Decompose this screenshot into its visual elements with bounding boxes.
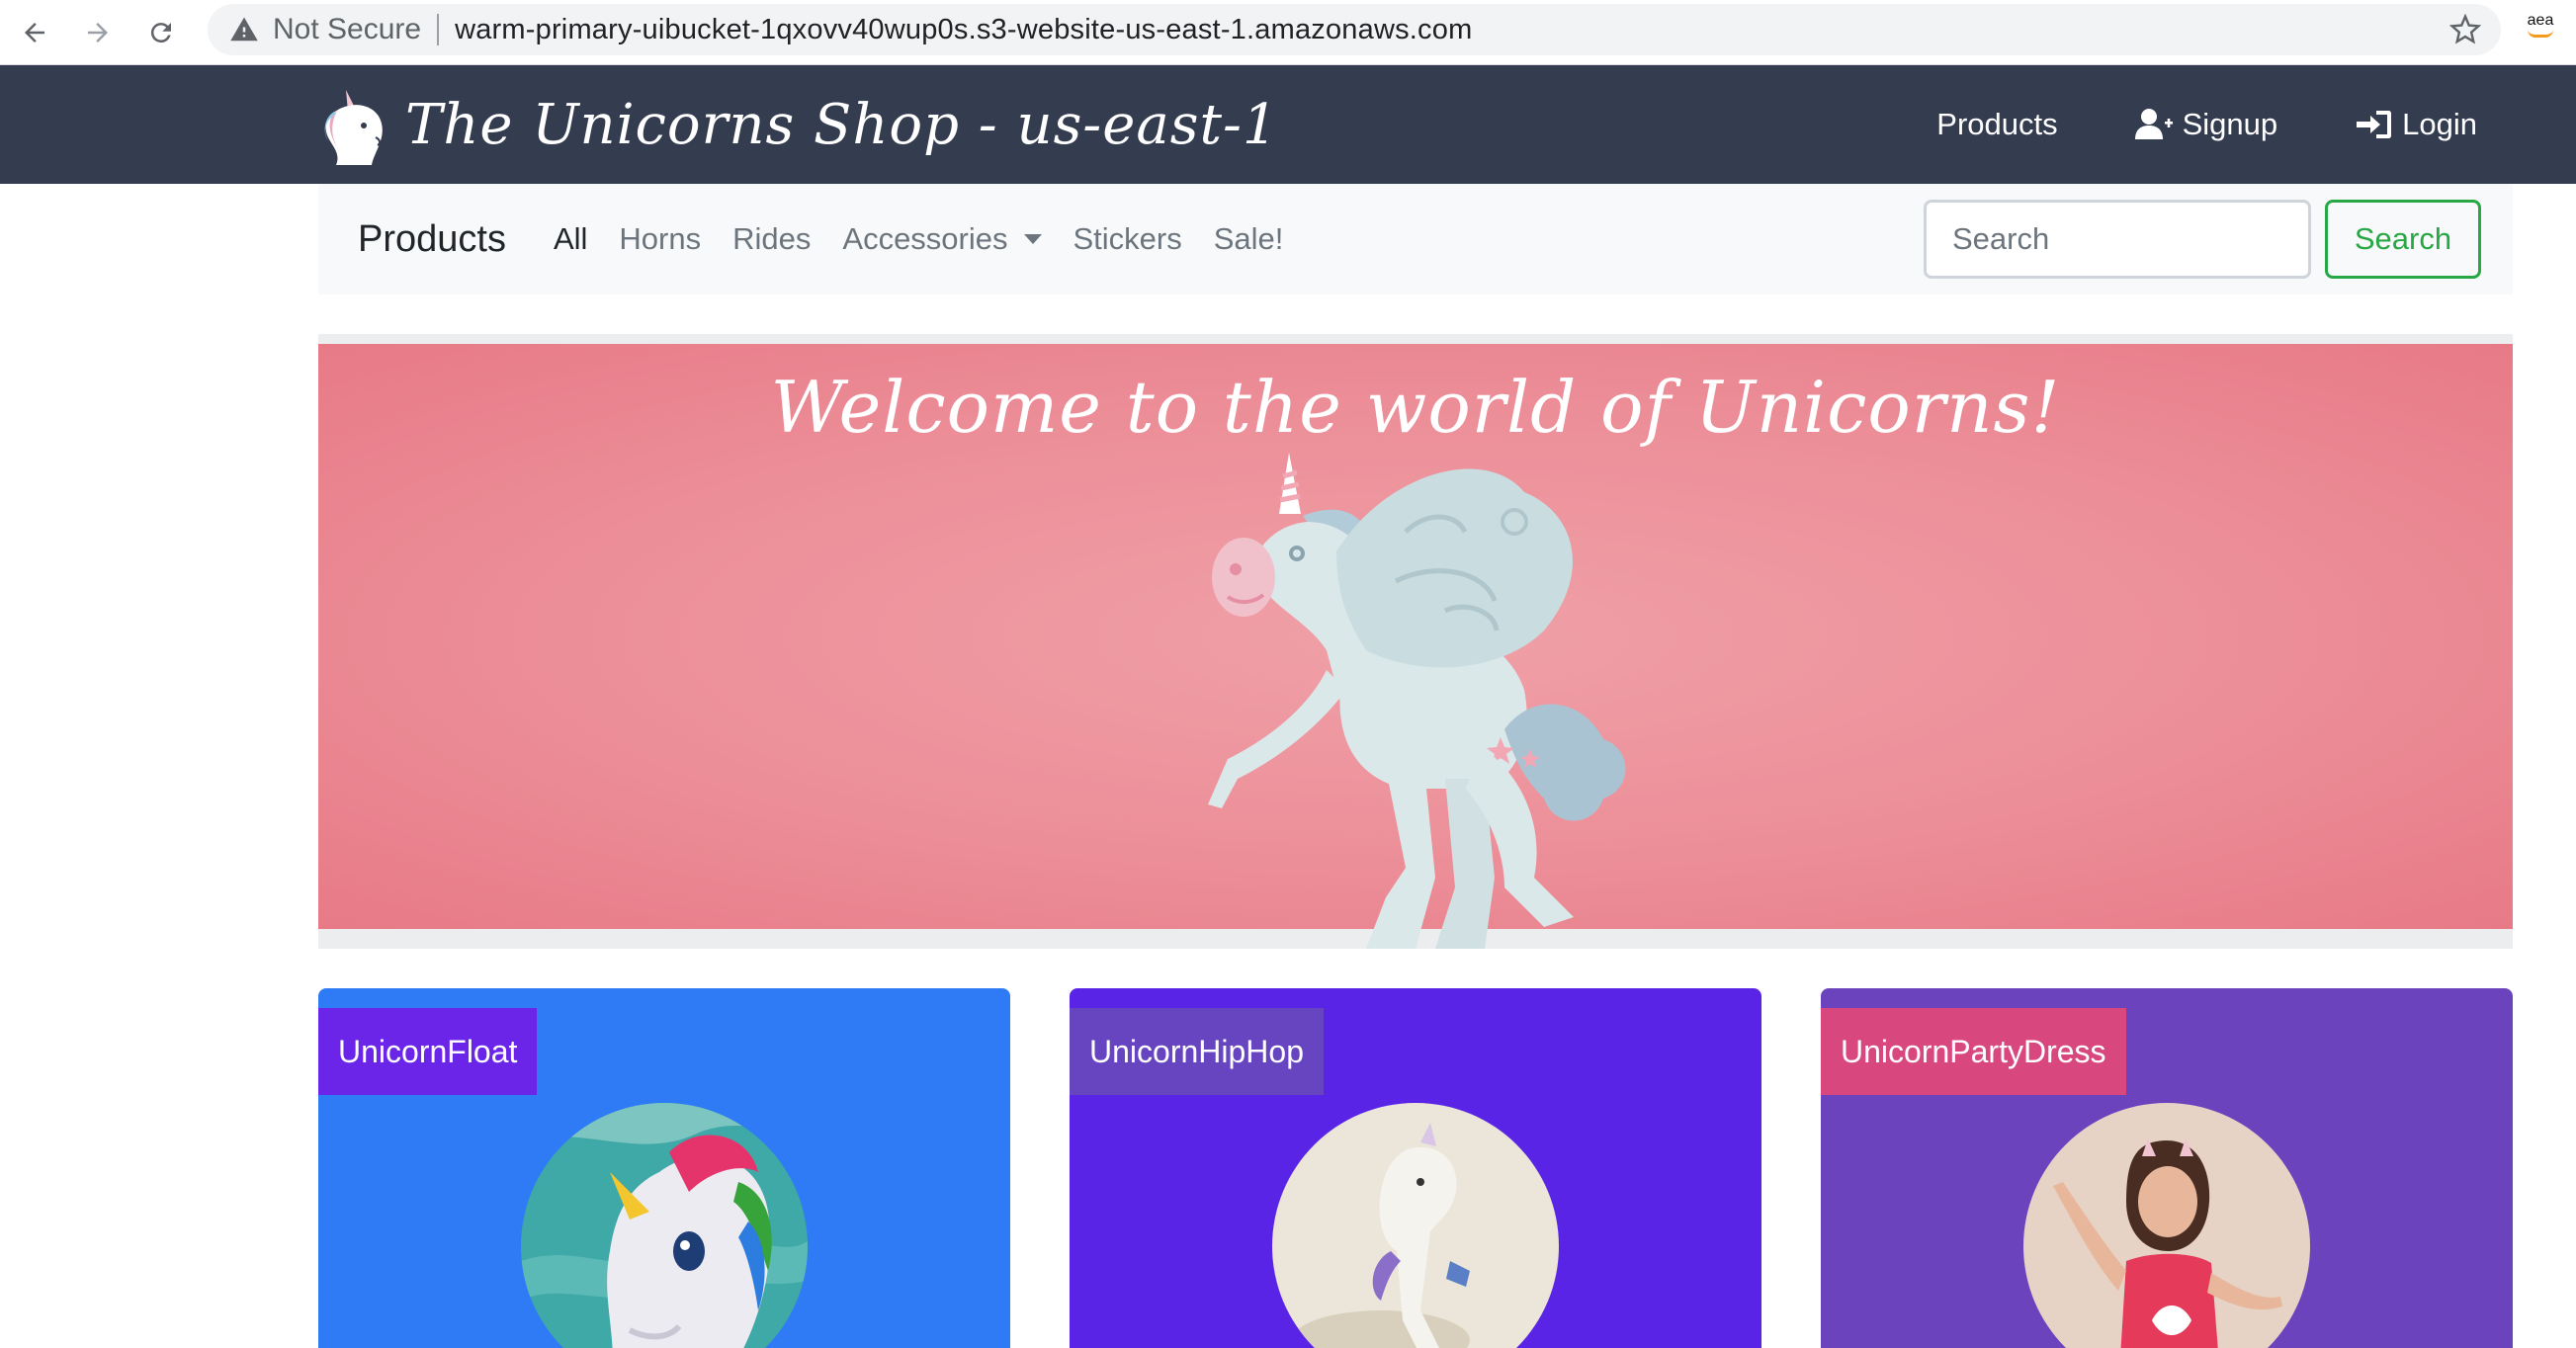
subnav-brand[interactable]: Products xyxy=(358,218,506,261)
pegasus-unicorn-illustration xyxy=(1208,453,1626,949)
unicorn-float-photo xyxy=(521,1103,808,1348)
category-links: All Horns Rides Accessories Stickers Sal… xyxy=(554,221,1283,257)
category-sale[interactable]: Sale! xyxy=(1214,221,1284,257)
brand-title: The Unicorns Shop - us-east-1 xyxy=(405,92,1279,157)
product-name-label[interactable]: UnicornHipHop xyxy=(1070,1008,1324,1095)
unicorn-hiphop-photo xyxy=(1272,1103,1559,1348)
back-button[interactable] xyxy=(10,8,59,57)
browser-toolbar: Not Secure warm-primary-uibucket-1qxovv4… xyxy=(0,0,2576,65)
nav-products-label: Products xyxy=(1936,107,2058,141)
nav-login-link[interactable]: Login xyxy=(2355,107,2477,142)
product-name-label[interactable]: UnicornPartyDress xyxy=(1821,1008,2126,1095)
unicorn-party-dress-photo xyxy=(2023,1103,2310,1348)
product-image-unicornpartydress[interactable] xyxy=(2023,1103,2310,1348)
category-rides[interactable]: Rides xyxy=(732,221,811,257)
arrow-left-icon xyxy=(25,23,44,42)
bookmark-star-icon[interactable] xyxy=(2449,14,2481,45)
hero-title: Welcome to the world of Unicorns! xyxy=(770,366,2061,449)
nav-signup-link[interactable]: Signup xyxy=(2134,107,2278,142)
warning-icon xyxy=(230,17,258,42)
product-card-unicornpartydress[interactable]: UnicornPartyDress xyxy=(1821,988,2513,1348)
arrow-right-icon xyxy=(88,23,108,42)
site-navbar: The Unicorns Shop - us-east-1 Products S… xyxy=(0,65,2576,184)
nav-signup-label: Signup xyxy=(2182,107,2278,141)
address-bar[interactable]: Not Secure warm-primary-uibucket-1qxovv4… xyxy=(208,4,2501,55)
accessories-label: Accessories xyxy=(842,221,1008,256)
category-accessories-dropdown[interactable]: Accessories xyxy=(842,221,1042,257)
security-label[interactable]: Not Secure xyxy=(273,13,421,46)
product-image-unicornfloat[interactable] xyxy=(521,1103,808,1348)
search-input[interactable] xyxy=(1924,200,2311,279)
reload-button[interactable] xyxy=(136,8,186,57)
user-plus-icon xyxy=(2134,109,2173,139)
nav-login-label: Login xyxy=(2402,107,2477,141)
brand-link[interactable]: The Unicorns Shop - us-east-1 xyxy=(316,79,1279,170)
extension-label: aea xyxy=(2527,12,2554,29)
unicorn-logo-icon xyxy=(324,90,383,165)
separator xyxy=(437,14,440,45)
category-stickers[interactable]: Stickers xyxy=(1073,221,1182,257)
product-card-unicornfloat[interactable]: UnicornFloat xyxy=(318,988,1010,1348)
products-subnav: Products All Horns Rides Accessories Sti… xyxy=(318,184,2513,295)
sign-in-icon xyxy=(2357,111,2392,138)
product-name-label[interactable]: UnicornFloat xyxy=(318,1008,538,1095)
product-image-unicornhiphop[interactable] xyxy=(1272,1103,1559,1348)
product-card-unicornhiphop[interactable]: UnicornHipHop xyxy=(1070,988,1761,1348)
nav-products-link[interactable]: Products xyxy=(1936,107,2057,142)
url-text[interactable]: warm-primary-uibucket-1qxovv40wup0s.s3-w… xyxy=(455,14,1472,46)
reload-icon xyxy=(150,23,171,43)
extension-smile xyxy=(2528,30,2553,38)
hero-banner-frame: Welcome to the world of Unicorns! xyxy=(318,334,2513,949)
forward-button[interactable] xyxy=(73,8,123,57)
top-nav-links: Products Signup Login xyxy=(1936,65,2477,184)
search-button[interactable]: Search xyxy=(2325,200,2481,279)
amazon-extension-icon[interactable]: aea xyxy=(2519,12,2562,51)
caret-down-icon xyxy=(1023,234,1042,244)
category-all[interactable]: All xyxy=(554,221,587,257)
category-horns[interactable]: Horns xyxy=(619,221,701,257)
